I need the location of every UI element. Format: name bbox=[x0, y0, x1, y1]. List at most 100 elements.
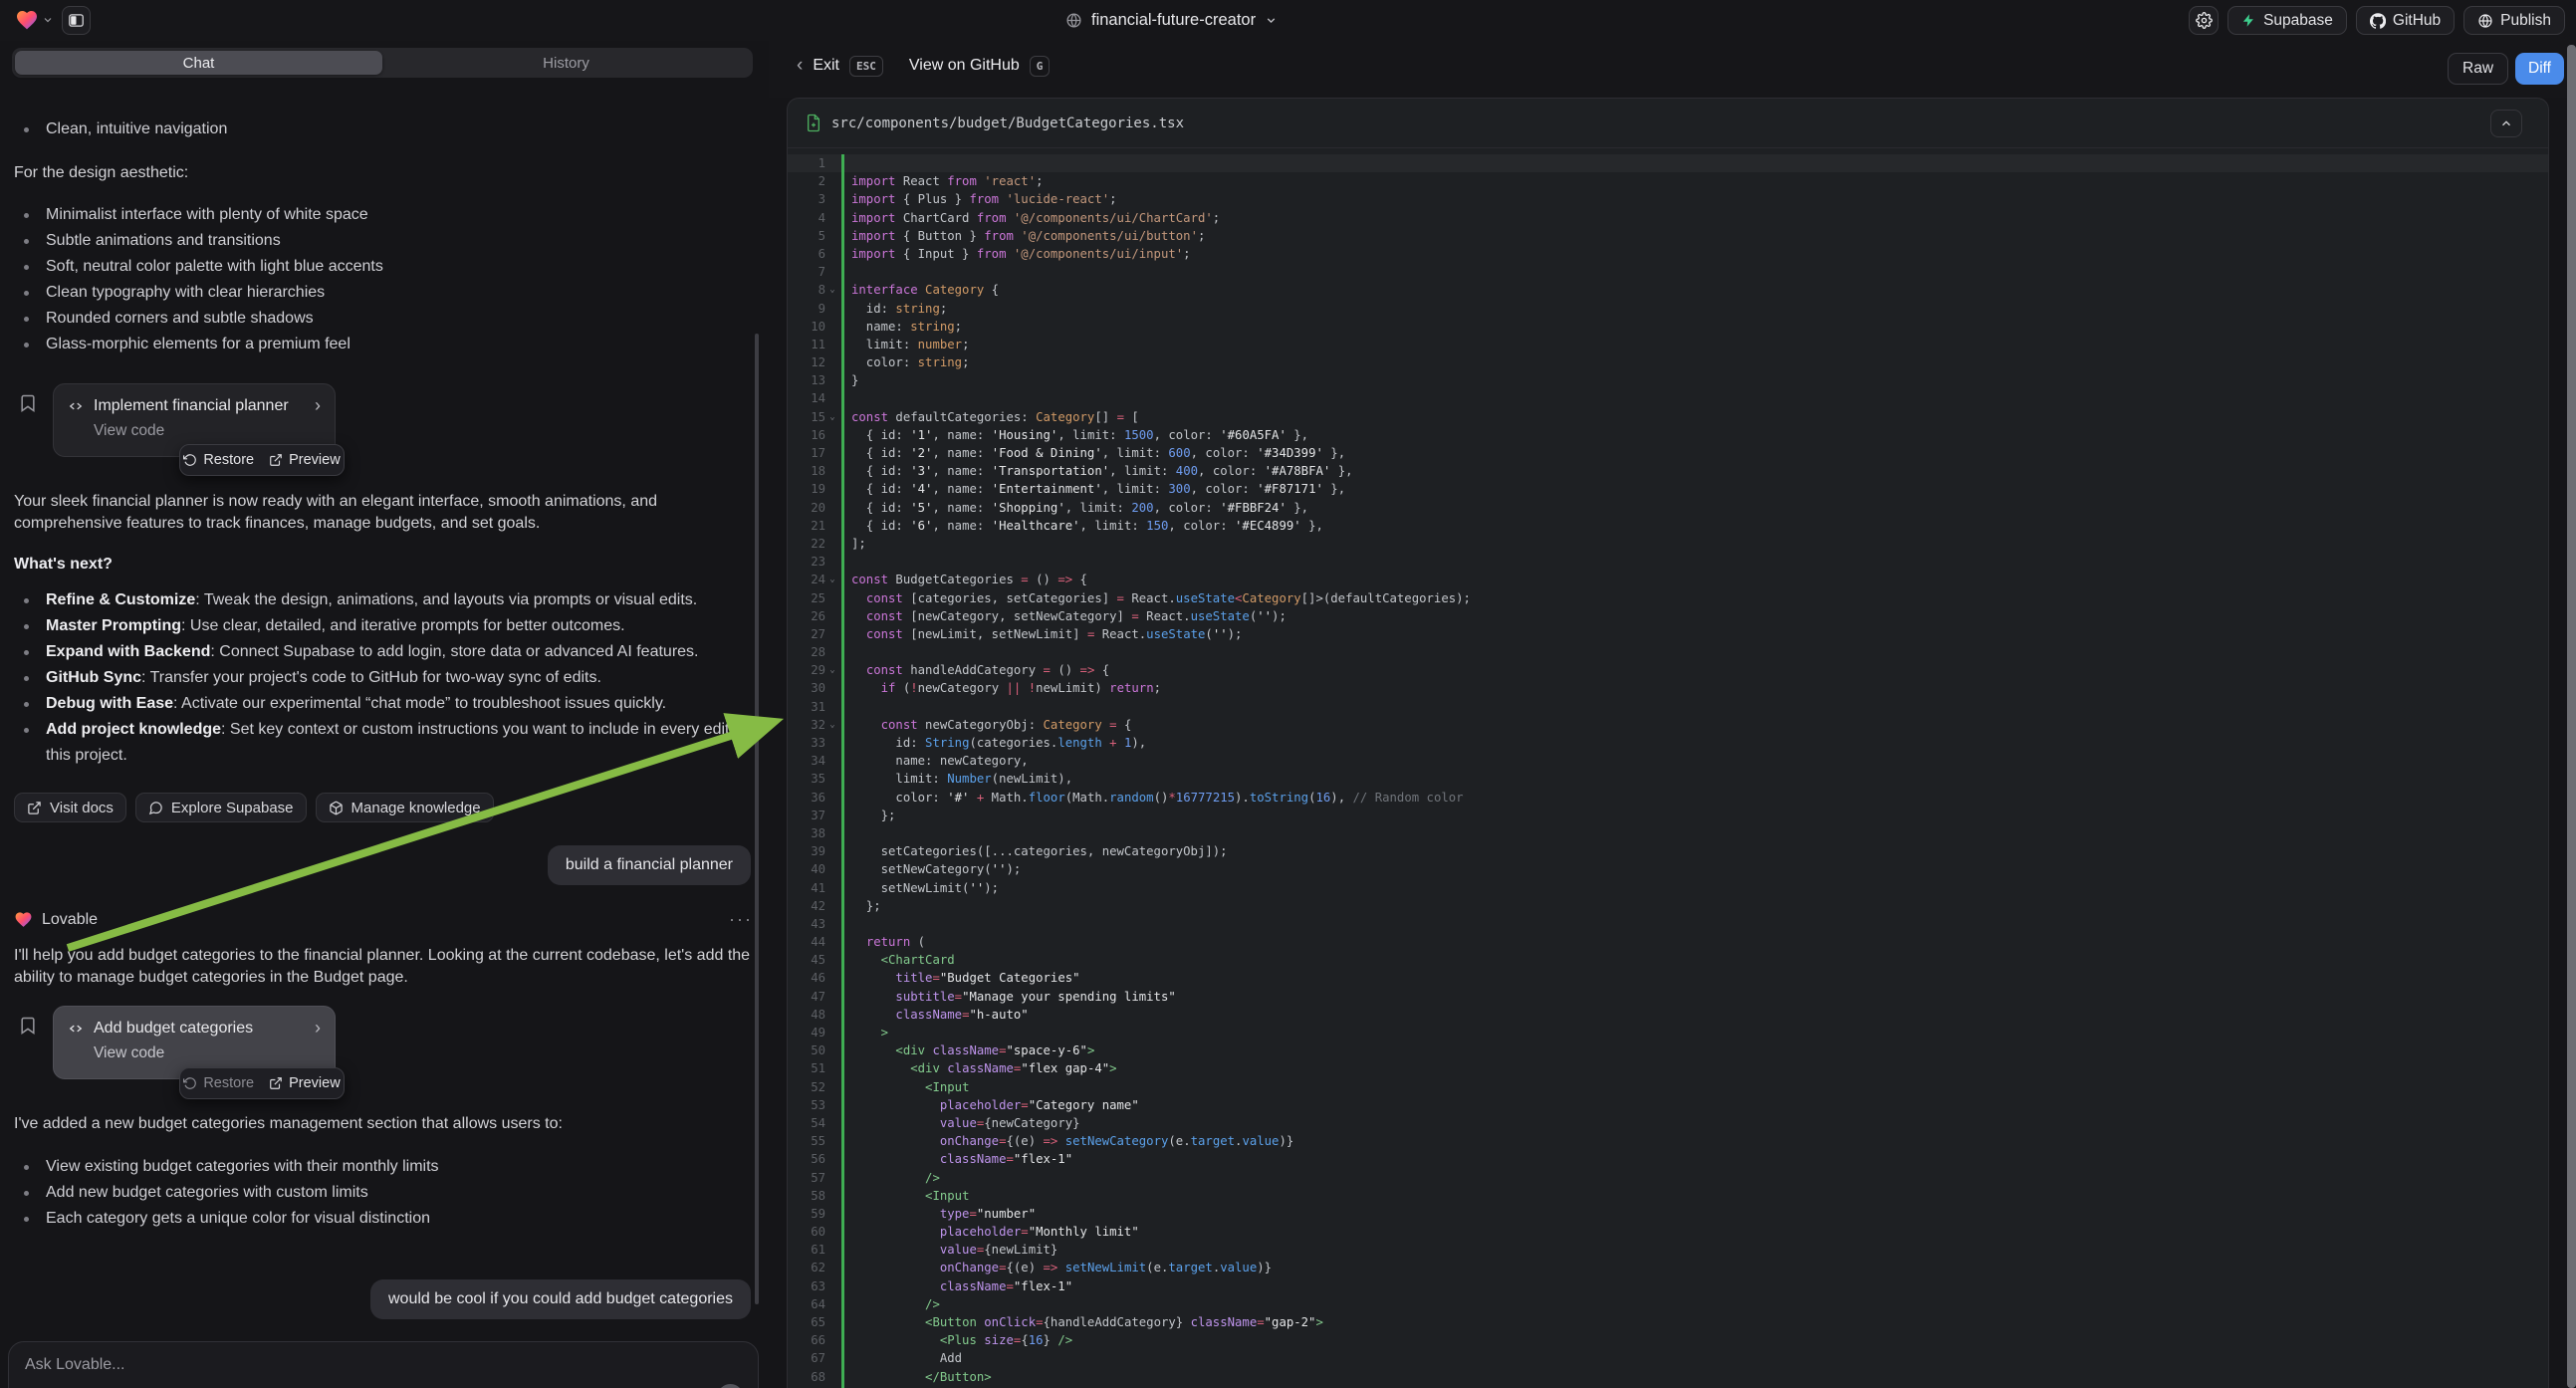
fold-gutter bbox=[825, 1059, 839, 1077]
restore-button[interactable]: Restore bbox=[183, 1075, 254, 1091]
chat-bubble-icon bbox=[148, 801, 163, 815]
fold-gutter bbox=[825, 679, 839, 697]
view-code-link[interactable]: View code bbox=[94, 1044, 321, 1062]
line-number: 50 bbox=[788, 1041, 825, 1059]
fold-gutter bbox=[825, 842, 839, 860]
message-menu-button[interactable]: ··· bbox=[729, 909, 753, 930]
code-text: const newCategoryObj: Category = { bbox=[839, 716, 1131, 734]
exit-label: Exit bbox=[813, 57, 839, 75]
view-code-link[interactable]: View code bbox=[94, 422, 321, 440]
project-switcher[interactable]: financial-future-creator bbox=[1065, 0, 1278, 41]
line-number: 24 bbox=[788, 571, 825, 588]
quick-actions-row: Visit docs Explore Supabase Manage knowl… bbox=[14, 793, 751, 822]
line-number: 25 bbox=[788, 589, 825, 607]
code-text: <div className="space-y-6"> bbox=[839, 1041, 1094, 1059]
bookmark-icon[interactable] bbox=[18, 1015, 38, 1037]
settings-button[interactable] bbox=[2189, 6, 2219, 35]
fold-gutter bbox=[825, 915, 839, 933]
send-button[interactable] bbox=[717, 1384, 744, 1388]
code-line: 61 value={newLimit} bbox=[788, 1241, 2548, 1259]
code-text: subtitle="Manage your spending limits" bbox=[839, 988, 1176, 1006]
file-added-icon bbox=[806, 114, 821, 132]
code-line: 47 subtitle="Manage your spending limits… bbox=[788, 988, 2548, 1006]
preview-button[interactable]: Preview bbox=[269, 1075, 341, 1091]
card-actions-pill: Restore Preview bbox=[179, 1067, 345, 1099]
line-number: 62 bbox=[788, 1259, 825, 1276]
fold-gutter bbox=[825, 172, 839, 190]
line-number: 14 bbox=[788, 389, 825, 407]
code-body[interactable]: 12import React from 'react';3import { Pl… bbox=[788, 154, 2548, 1388]
list-item: Refine & Customize: Tweak the design, an… bbox=[14, 587, 751, 613]
line-number: 48 bbox=[788, 1006, 825, 1024]
diff-added-gutter-bar bbox=[841, 154, 844, 1388]
fold-chevron-icon[interactable]: ⌄ bbox=[825, 408, 839, 426]
github-button[interactable]: GitHub bbox=[2356, 6, 2455, 35]
supabase-button[interactable]: Supabase bbox=[2227, 6, 2347, 35]
line-number: 39 bbox=[788, 842, 825, 860]
line-number: 33 bbox=[788, 734, 825, 752]
line-number: 64 bbox=[788, 1295, 825, 1313]
raw-toggle-button[interactable]: Raw bbox=[2448, 53, 2508, 85]
fold-chevron-icon[interactable]: ⌄ bbox=[825, 281, 839, 299]
fold-chevron-icon[interactable]: ⌄ bbox=[825, 571, 839, 588]
code-line: 62 onChange={(e) => setNewLimit(e.target… bbox=[788, 1259, 2548, 1276]
user-message: build a financial planner bbox=[548, 845, 751, 885]
fold-gutter bbox=[825, 988, 839, 1006]
visit-docs-button[interactable]: Visit docs bbox=[14, 793, 126, 822]
tab-history[interactable]: History bbox=[382, 51, 750, 75]
chat-input[interactable] bbox=[25, 1356, 742, 1374]
chat-scrollbar-thumb[interactable] bbox=[755, 334, 759, 1304]
fold-gutter bbox=[825, 1368, 839, 1386]
fold-chevron-icon[interactable]: ⌄ bbox=[825, 661, 839, 679]
publish-button[interactable]: Publish bbox=[2463, 6, 2565, 35]
chip-label: Manage knowledge bbox=[351, 800, 481, 816]
code-line: 35 limit: Number(newLimit), bbox=[788, 770, 2548, 788]
collapse-file-button[interactable] bbox=[2490, 110, 2522, 137]
code-line: 55 onChange={(e) => setNewCategory(e.tar… bbox=[788, 1132, 2548, 1150]
fold-chevron-icon[interactable]: ⌄ bbox=[825, 716, 839, 734]
window-scrollbar-thumb[interactable] bbox=[2567, 45, 2576, 1388]
exit-button[interactable]: ‹ Exit ESC bbox=[797, 55, 883, 77]
code-text: const defaultCategories: Category[] = [ bbox=[839, 408, 1139, 426]
diff-toggle-button[interactable]: Diff bbox=[2515, 53, 2564, 85]
fold-gutter bbox=[825, 969, 839, 987]
code-line: 44 return ( bbox=[788, 933, 2548, 951]
file-header[interactable]: src/components/budget/BudgetCategories.t… bbox=[788, 99, 2548, 148]
toggle-sidebar-button[interactable] bbox=[62, 6, 91, 35]
code-text: className="h-auto" bbox=[839, 1006, 1029, 1024]
fold-gutter bbox=[825, 553, 839, 571]
manage-knowledge-button[interactable]: Manage knowledge bbox=[316, 793, 494, 822]
item-lead: Refine & Customize bbox=[46, 591, 195, 608]
list-item: Subtle animations and transitions bbox=[14, 228, 751, 254]
logo-chevron-down-icon[interactable] bbox=[42, 14, 54, 26]
code-text: title="Budget Categories" bbox=[839, 969, 1080, 987]
list-item: Soft, neutral color palette with light b… bbox=[14, 254, 751, 280]
preview-button[interactable]: Preview bbox=[269, 452, 341, 468]
fold-gutter bbox=[825, 698, 839, 716]
restore-button[interactable]: Restore bbox=[183, 452, 254, 468]
fold-gutter bbox=[825, 209, 839, 227]
tab-chat[interactable]: Chat bbox=[15, 51, 382, 75]
line-number: 57 bbox=[788, 1169, 825, 1187]
line-number: 61 bbox=[788, 1241, 825, 1259]
line-number: 59 bbox=[788, 1205, 825, 1223]
code-text: const [newLimit, setNewLimit] = React.us… bbox=[839, 625, 1242, 643]
fold-gutter bbox=[825, 625, 839, 643]
item-lead: Expand with Backend bbox=[46, 643, 210, 660]
code-text: import { Button } from '@/components/ui/… bbox=[839, 227, 1205, 245]
code-text: className="flex-1" bbox=[839, 1277, 1072, 1295]
code-line: 38 bbox=[788, 824, 2548, 842]
code-text: onChange={(e) => setNewCategory(e.target… bbox=[839, 1132, 1293, 1150]
code-text: const [newCategory, setNewCategory] = Re… bbox=[839, 607, 1287, 625]
list-item: Add project knowledge: Set key context o… bbox=[14, 717, 751, 769]
code-text: color: string; bbox=[839, 353, 969, 371]
lovable-logo-heart-icon[interactable] bbox=[15, 8, 39, 32]
chevron-left-icon: ‹ bbox=[797, 55, 803, 77]
view-on-github-button[interactable]: View on GitHub G bbox=[895, 56, 1051, 77]
code-text: { id: '5', name: 'Shopping', limit: 200,… bbox=[839, 499, 1308, 517]
explore-supabase-button[interactable]: Explore Supabase bbox=[135, 793, 307, 822]
fold-gutter bbox=[825, 951, 839, 969]
code-text: <Plus size={16} /> bbox=[839, 1331, 1072, 1349]
chat-tabbar: Chat History bbox=[12, 48, 753, 78]
bookmark-icon[interactable] bbox=[18, 392, 38, 414]
